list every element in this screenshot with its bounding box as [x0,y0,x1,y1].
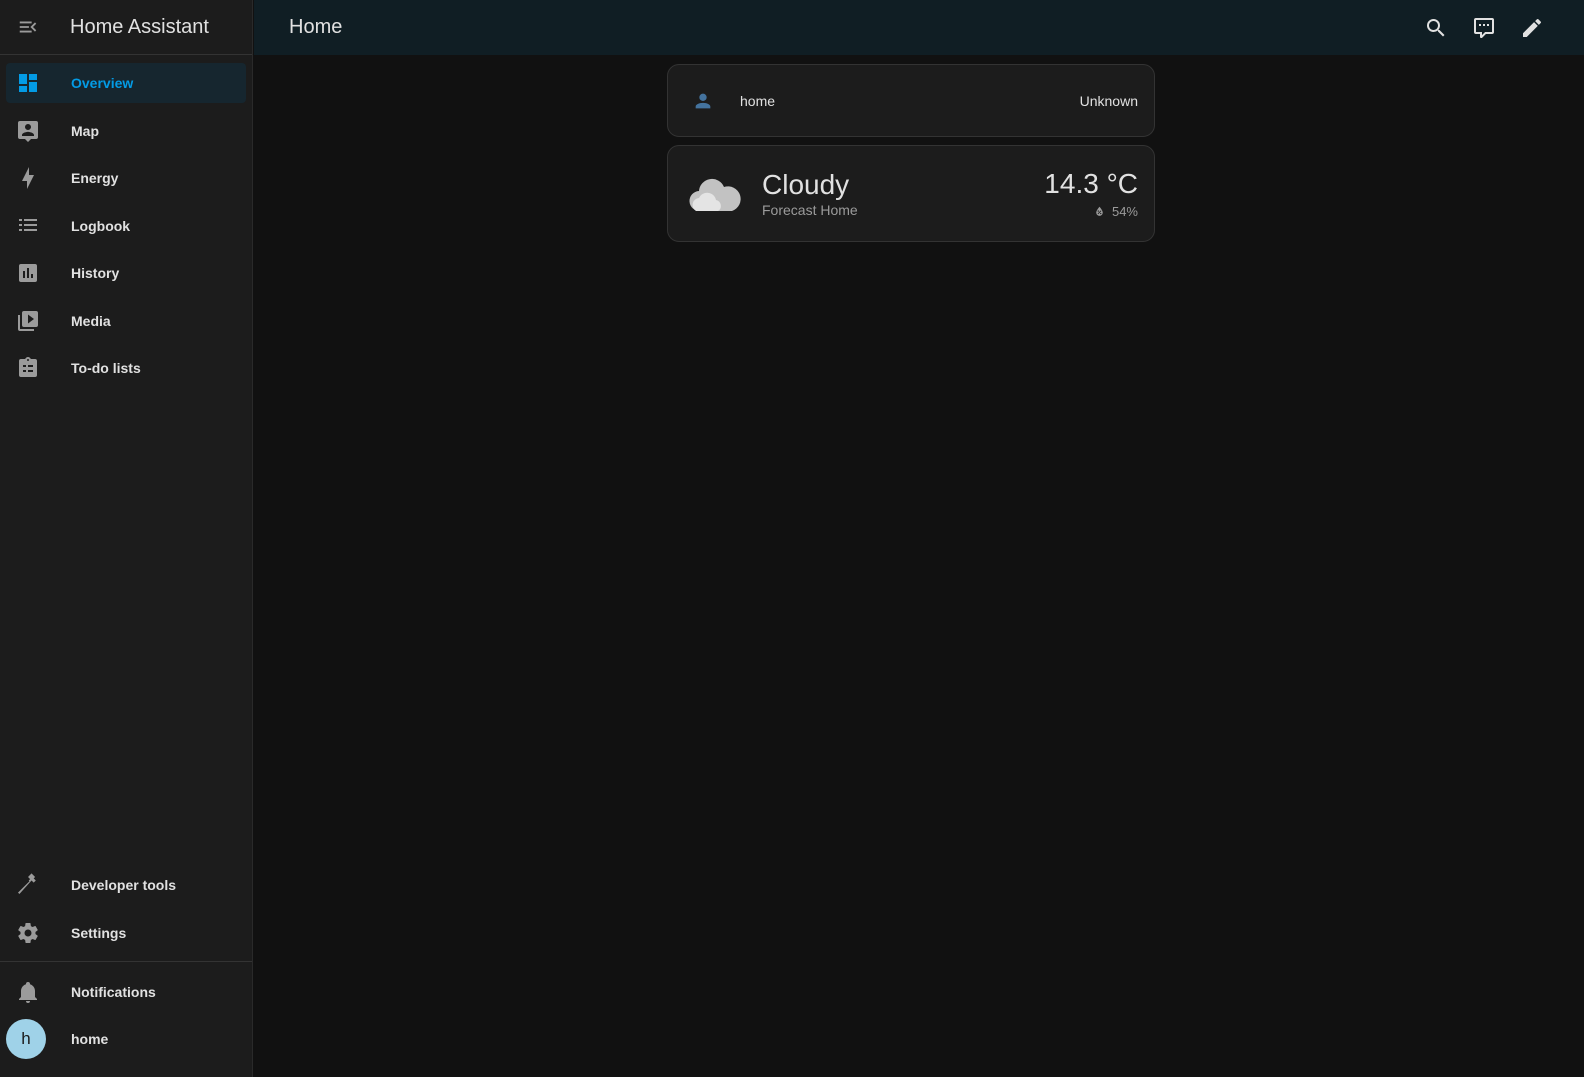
divider [0,960,252,962]
sidebar-item-label: Developer tools [71,877,177,893]
comment-processing-icon [1474,17,1494,38]
sidebar-item-settings[interactable]: Settings [6,913,246,953]
weather-condition: Cloudy [762,169,850,200]
assist-button[interactable] [1460,4,1508,52]
weather-card[interactable]: Cloudy Forecast Home 14.3 °C 54% [667,145,1155,242]
format-list-bulleted-icon [19,218,37,231]
cog-icon [18,922,38,943]
cloudy-weather-icon [689,178,741,211]
sidebar-item-label: Energy [71,170,119,186]
sidebar-nav: Overview Map Energy Logbook History Medi… [0,55,252,388]
sidebar-item-label: To-do lists [71,360,141,376]
sidebar-item-map[interactable]: Map [6,111,246,151]
top-app-bar: Home [254,0,1584,55]
collapse-sidebar-button[interactable] [0,16,56,38]
sidebar-item-label: Notifications [71,983,156,1000]
chart-box-icon [19,264,37,282]
view-dashboard-icon [19,74,37,92]
edit-dashboard-button[interactable] [1508,4,1556,52]
sidebar-item-media[interactable]: Media [6,301,246,341]
page-title: Home [289,16,343,38]
sidebar-item-notifications[interactable]: Notifications [6,972,246,1012]
water-percent-icon [1096,206,1103,216]
sidebar-item-energy[interactable]: Energy [6,158,246,198]
account-icon [695,93,711,108]
sidebar-bottom: Developer tools Settings Notifications h… [0,865,252,1077]
temperature: 14.3 °C [1044,168,1138,199]
sidebar-item-label: History [71,265,120,281]
app-title: Home Assistant [70,15,209,38]
sidebar-item-logbook[interactable]: Logbook [6,206,246,246]
sidebar: Home Assistant Overview Map Energy Logbo… [0,0,253,1077]
sidebar-header: Home Assistant [0,0,252,55]
search-icon [1427,18,1445,36]
hammer-icon [18,873,36,895]
sidebar-item-label: Overview [71,75,134,91]
sidebar-item-overview[interactable]: Overview [6,63,246,103]
sidebar-item-developer-tools[interactable]: Developer tools [6,865,246,905]
bell-icon [19,981,37,1003]
sidebar-item-history[interactable]: History [6,253,246,293]
entity-state: Unknown [1079,92,1138,109]
weather-entity-name: Forecast Home [762,202,858,218]
map-account-icon [18,120,38,142]
play-box-multiple-icon [18,310,38,331]
pencil-icon [1523,18,1542,37]
humidity-row: 54% [1044,204,1138,219]
sidebar-item-label: home [71,1031,109,1047]
sidebar-item-user[interactable]: h home [6,1019,246,1059]
person-entity-card[interactable]: home Unknown [667,64,1155,137]
lightning-bolt-icon [22,167,34,189]
sidebar-item-label: Media [71,312,111,329]
sidebar-item-label: Logbook [71,217,131,234]
search-button[interactable] [1412,4,1460,52]
sidebar-item-todo[interactable]: To-do lists [6,348,246,388]
menu-open-icon [19,21,37,33]
avatar: h [6,1019,46,1059]
humidity-value: 54% [1111,204,1138,219]
sidebar-item-label: Map [71,122,99,139]
clipboard-list-icon [19,357,37,377]
entity-name: home [740,92,776,109]
sidebar-item-label: Settings [71,924,127,941]
